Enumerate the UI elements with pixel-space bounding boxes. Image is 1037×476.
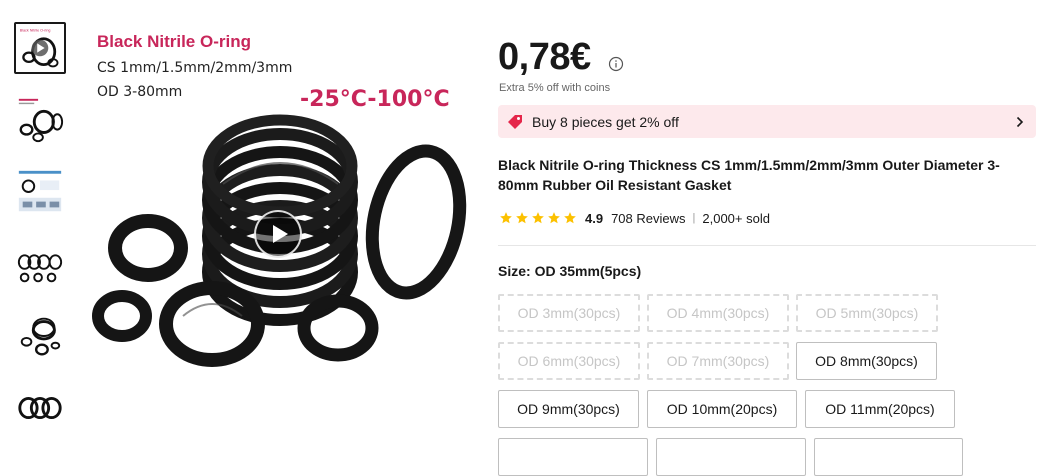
size-option-partial[interactable]: [498, 438, 648, 476]
tag-icon: [508, 115, 522, 129]
star-icon: [564, 212, 576, 224]
image-overlay-od: OD 3-80mm: [97, 84, 183, 100]
product-price: 0,78€: [498, 36, 591, 78]
promo-banner[interactable]: Buy 8 pieces get 2% off: [498, 105, 1036, 138]
thumbnail-3[interactable]: [14, 166, 66, 218]
size-option[interactable]: OD 7mm(30pcs): [647, 342, 789, 380]
size-label: Size: OD 35mm(5pcs): [498, 263, 642, 279]
section-divider: [498, 245, 1036, 246]
image-overlay-cs: CS 1mm/1.5mm/2mm/3mm: [97, 60, 293, 76]
rating-separator: |: [692, 212, 696, 224]
chevron-right-icon: [1016, 116, 1024, 128]
star-icon: [500, 212, 512, 224]
sold-count: 2,000+ sold: [702, 210, 770, 226]
image-overlay-title: Black Nitrile O-ring: [97, 32, 251, 51]
play-icon: [273, 225, 288, 243]
size-option[interactable]: OD 11mm(20pcs): [805, 390, 955, 428]
size-option-partial[interactable]: [656, 438, 806, 476]
promo-text: Buy 8 pieces get 2% off: [532, 114, 679, 130]
main-product-image[interactable]: Black Nitrile O-ring CS 1mm/1.5mm/2mm/3m…: [88, 24, 474, 424]
image-overlay-temperature: -25°C-100°C: [300, 87, 450, 112]
thumbnail-2[interactable]: [14, 94, 66, 146]
size-option[interactable]: OD 5mm(30pcs): [796, 294, 938, 332]
thumbnail-6[interactable]: [14, 382, 66, 434]
size-option-partial[interactable]: [814, 438, 963, 476]
size-option[interactable]: OD 10mm(20pcs): [647, 390, 797, 428]
star-icon: [532, 212, 544, 224]
size-option[interactable]: OD 8mm(30pcs): [796, 342, 937, 380]
thumbnail-1[interactable]: Black Nitrile O-ring: [14, 22, 66, 74]
reviews-link[interactable]: 708 Reviews: [611, 211, 685, 226]
thumbnail-title: Black Nitrile O-ring: [20, 28, 51, 32]
thumbnail-4[interactable]: [14, 238, 66, 290]
star-rating: [499, 211, 577, 225]
rating-score: 4.9: [585, 210, 604, 226]
size-option[interactable]: OD 3mm(30pcs): [498, 294, 640, 332]
thumbnail-5[interactable]: [14, 310, 66, 362]
product-title: Black Nitrile O-ring Thickness CS 1mm/1.…: [498, 157, 1000, 193]
info-icon[interactable]: [608, 56, 624, 72]
video-play-button[interactable]: [254, 210, 302, 258]
star-icon: [548, 212, 560, 224]
size-option[interactable]: OD 4mm(30pcs): [647, 294, 789, 332]
coins-discount-note: Extra 5% off with coins: [499, 82, 611, 94]
size-option[interactable]: OD 9mm(30pcs): [498, 390, 639, 428]
size-option[interactable]: OD 6mm(30pcs): [498, 342, 640, 380]
star-icon: [516, 212, 528, 224]
rating-row: 4.9 708 Reviews | 2,000+ sold: [499, 209, 770, 227]
